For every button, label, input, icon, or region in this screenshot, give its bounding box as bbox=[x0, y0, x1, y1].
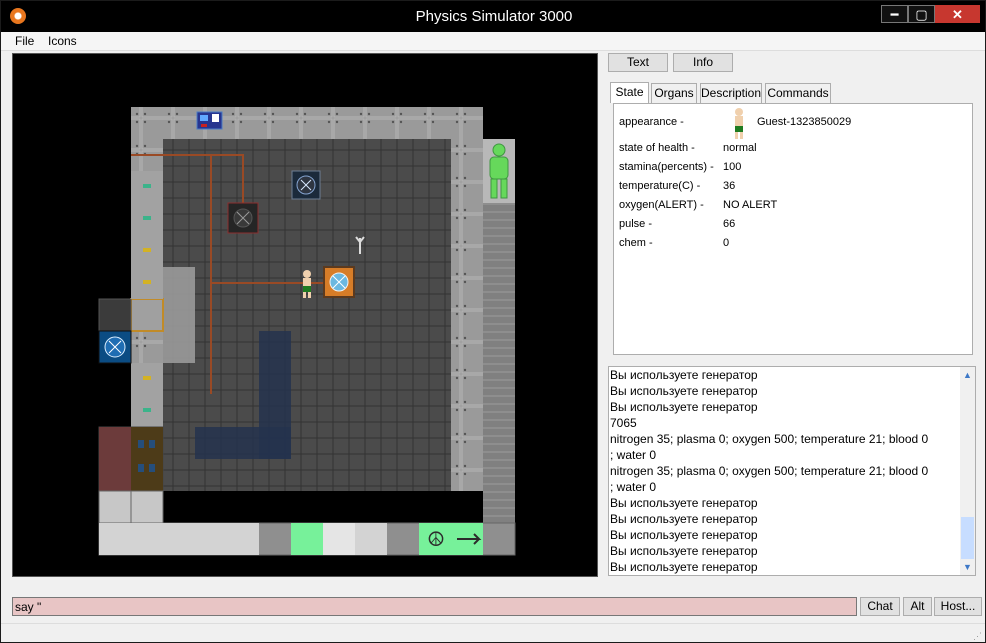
log-line: 7065 bbox=[610, 416, 637, 430]
info-tabs: State Organs Description Commands bbox=[610, 82, 970, 103]
maximize-button[interactable]: ▢ bbox=[908, 5, 935, 23]
log-line: Вы используете генератор bbox=[610, 560, 758, 574]
icons-menu[interactable]: Icons bbox=[48, 34, 77, 48]
title-bar: Physics Simulator 3000 ━ ▢ ✕ bbox=[1, 1, 985, 32]
log-line: nitrogen 35; plasma 0; oxygen 500; tempe… bbox=[610, 464, 929, 478]
stamina-label: stamina(percents) - bbox=[619, 161, 714, 173]
host-button[interactable]: Host... bbox=[934, 597, 982, 616]
game-map-view[interactable]: ☮ bbox=[12, 53, 598, 577]
generator-icon[interactable] bbox=[291, 170, 321, 200]
pulse-label: pulse - bbox=[619, 218, 653, 230]
log-line: ; water 0 bbox=[610, 480, 657, 494]
right-wall bbox=[451, 139, 483, 491]
light-floor-block bbox=[163, 267, 195, 363]
door-tile[interactable] bbox=[130, 298, 164, 332]
temperature-label: temperature(C) - bbox=[619, 180, 701, 192]
status-bar: ⋰ bbox=[1, 623, 985, 642]
tab-description[interactable]: Description bbox=[700, 83, 762, 103]
state-panel: appearance - Guest-1323850029 state of h… bbox=[613, 103, 973, 355]
app-window: Physics Simulator 3000 ━ ▢ ✕ File Icons bbox=[0, 0, 986, 643]
appearance-label: appearance - bbox=[619, 116, 684, 128]
log-line: ; water 0 bbox=[610, 448, 657, 462]
text-button[interactable]: Text bbox=[608, 53, 668, 72]
pulse-value: 66 bbox=[723, 218, 736, 230]
blue-floor-horizontal bbox=[195, 427, 291, 459]
close-button[interactable]: ✕ bbox=[935, 5, 980, 23]
health-value: normal bbox=[723, 142, 757, 154]
log-line: Вы используете генератор bbox=[610, 512, 758, 526]
oxygen-value: NO ALERT bbox=[723, 199, 778, 211]
svg-text:☮: ☮ bbox=[427, 527, 445, 551]
outside-tile bbox=[98, 298, 132, 332]
chat-button[interactable]: Chat bbox=[860, 597, 900, 616]
computer-icon[interactable] bbox=[196, 111, 223, 130]
lower-left-room bbox=[98, 426, 164, 492]
file-menu[interactable]: File bbox=[15, 34, 34, 48]
machine-icon[interactable] bbox=[323, 266, 355, 298]
station-map[interactable]: ☮ bbox=[13, 54, 598, 577]
minimize-button[interactable]: ━ bbox=[881, 5, 908, 23]
scroll-down-icon[interactable]: ▼ bbox=[960, 559, 975, 575]
tab-organs[interactable]: Organs bbox=[651, 83, 697, 103]
stamina-value: 100 bbox=[723, 161, 742, 173]
temperature-value: 36 bbox=[723, 180, 736, 192]
side-vent[interactable] bbox=[98, 330, 132, 364]
log-line: Вы используете генератор bbox=[610, 544, 758, 558]
log-line: nitrogen 35; plasma 0; oxygen 500; tempe… bbox=[610, 432, 929, 446]
oxygen-label: oxygen(ALERT) - bbox=[619, 199, 704, 211]
log-line: Вы используете генератор bbox=[610, 496, 758, 510]
say-input[interactable] bbox=[12, 597, 857, 616]
tab-commands[interactable]: Commands bbox=[765, 83, 831, 103]
log-line: Вы используете генератор bbox=[610, 528, 758, 542]
appearance-value: Guest-1323850029 bbox=[757, 116, 852, 128]
scroll-up-icon[interactable]: ▲ bbox=[960, 367, 975, 383]
log-scrollbar[interactable]: ▲ ▼ bbox=[960, 367, 975, 575]
log-line: Вы используете генератор bbox=[610, 368, 758, 382]
bottom-bar: Chat Alt Host... bbox=[12, 597, 982, 617]
appearance-icon bbox=[735, 108, 743, 139]
chem-label: chem - bbox=[619, 237, 653, 249]
window-title: Physics Simulator 3000 bbox=[415, 8, 573, 25]
right-panel: Text Info State Organs Description Comma… bbox=[605, 53, 979, 577]
alt-button[interactable]: Alt bbox=[903, 597, 932, 616]
health-label: state of health - bbox=[619, 142, 695, 154]
wall-panels bbox=[131, 171, 163, 427]
scroll-thumb[interactable] bbox=[961, 517, 974, 559]
menu-bar: File Icons bbox=[1, 32, 985, 51]
log-lines: Вы используете генератор Вы используете … bbox=[610, 367, 962, 575]
message-log[interactable]: Вы используете генератор Вы используете … bbox=[608, 366, 976, 576]
resize-grip-icon[interactable]: ⋰ bbox=[973, 631, 983, 641]
tab-state[interactable]: State bbox=[610, 82, 649, 103]
info-button[interactable]: Info bbox=[673, 53, 733, 72]
log-line: Вы используете генератор bbox=[610, 400, 758, 414]
top-wall bbox=[131, 107, 483, 139]
chem-value: 0 bbox=[723, 237, 730, 249]
reactor-icon[interactable] bbox=[227, 202, 259, 234]
log-line: Вы используете генератор bbox=[610, 384, 758, 398]
